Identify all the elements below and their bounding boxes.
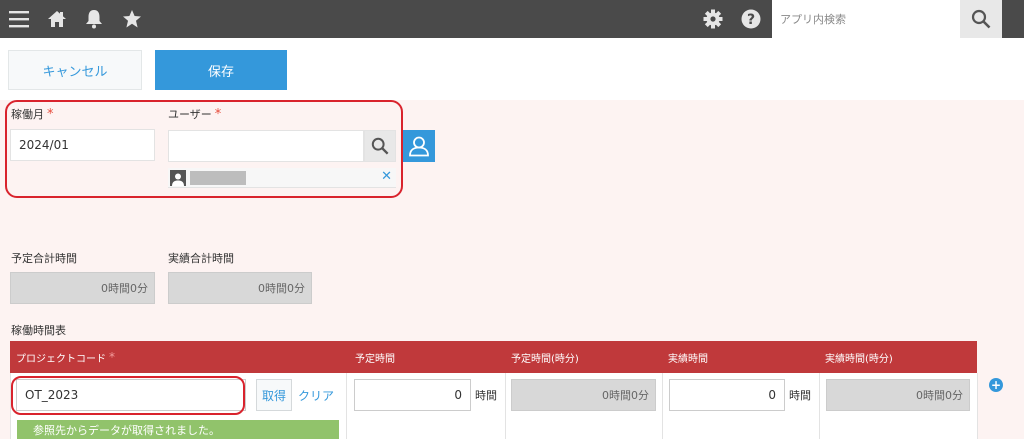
col-header-actual-hm: 実績時間(時分) [825,353,893,365]
planned-hours-input[interactable]: 0 [354,379,471,411]
highlight-frame-project-code [11,376,245,415]
column-divider [819,373,820,439]
remove-user-icon[interactable]: ✕ [381,169,392,184]
column-divider [505,373,506,439]
user-icon [409,136,429,157]
column-divider [662,373,663,439]
gear-icon[interactable] [700,0,726,38]
user-picker-button[interactable] [403,130,435,162]
col-header-planned-hm: 予定時間(時分) [511,353,579,365]
menu-icon[interactable] [4,0,34,38]
column-divider [346,373,347,439]
column-divider [977,373,978,439]
avatar [170,170,186,186]
actual-hm-value: 0時間0分 [826,379,970,411]
actual-total-label: 実績合計時間 [168,252,234,265]
selected-user-name-redacted [190,171,246,185]
user-input[interactable] [168,130,364,162]
actual-hours-input[interactable]: 0 [669,379,785,411]
user-search-button[interactable] [364,130,396,162]
selected-user-chip: ✕ [168,168,396,188]
planned-total-value: 0時間0分 [10,272,155,304]
bell-icon[interactable] [80,0,108,38]
timesheet-table-header: プロジェクトコード * 予定時間 予定時間(時分) 実績時間 実績時間(時分) [10,341,977,373]
add-row-icon[interactable]: + [989,378,1003,392]
svg-text:?: ? [747,12,755,28]
timesheet-table-title: 稼働時間表 [11,324,66,337]
actual-hours-unit: 時間 [789,389,811,402]
help-icon[interactable]: ? [738,0,764,38]
user-avatar-icon [172,173,184,186]
star-icon[interactable] [118,0,146,38]
col-header-project-code: プロジェクトコード * [16,350,115,365]
search-icon [371,137,389,155]
col-header-planned-hours: 予定時間 [355,353,395,365]
col-header-actual-hours: 実績時間 [668,353,708,365]
search-button[interactable] [960,0,1002,38]
lookup-get-button[interactable]: 取得 [256,379,292,411]
top-bar: ? [0,0,1024,38]
planned-hm-value: 0時間0分 [511,379,656,411]
actual-total-value: 0時間0分 [168,272,312,304]
save-button[interactable]: 保存 [155,50,287,90]
lookup-clear-button[interactable]: クリア [298,379,334,411]
home-icon[interactable] [42,0,72,38]
search-icon [971,9,991,29]
lookup-success-message: 参照先からデータが取得されました。 [17,420,339,439]
app-search-input[interactable] [772,0,960,38]
planned-total-label: 予定合計時間 [11,252,77,265]
month-input[interactable]: 2024/01 [10,129,155,161]
cancel-button[interactable]: キャンセル [8,50,142,90]
planned-hours-unit: 時間 [475,389,497,402]
month-label: 稼働月 * [11,107,54,122]
user-label: ユーザー * [168,107,222,122]
